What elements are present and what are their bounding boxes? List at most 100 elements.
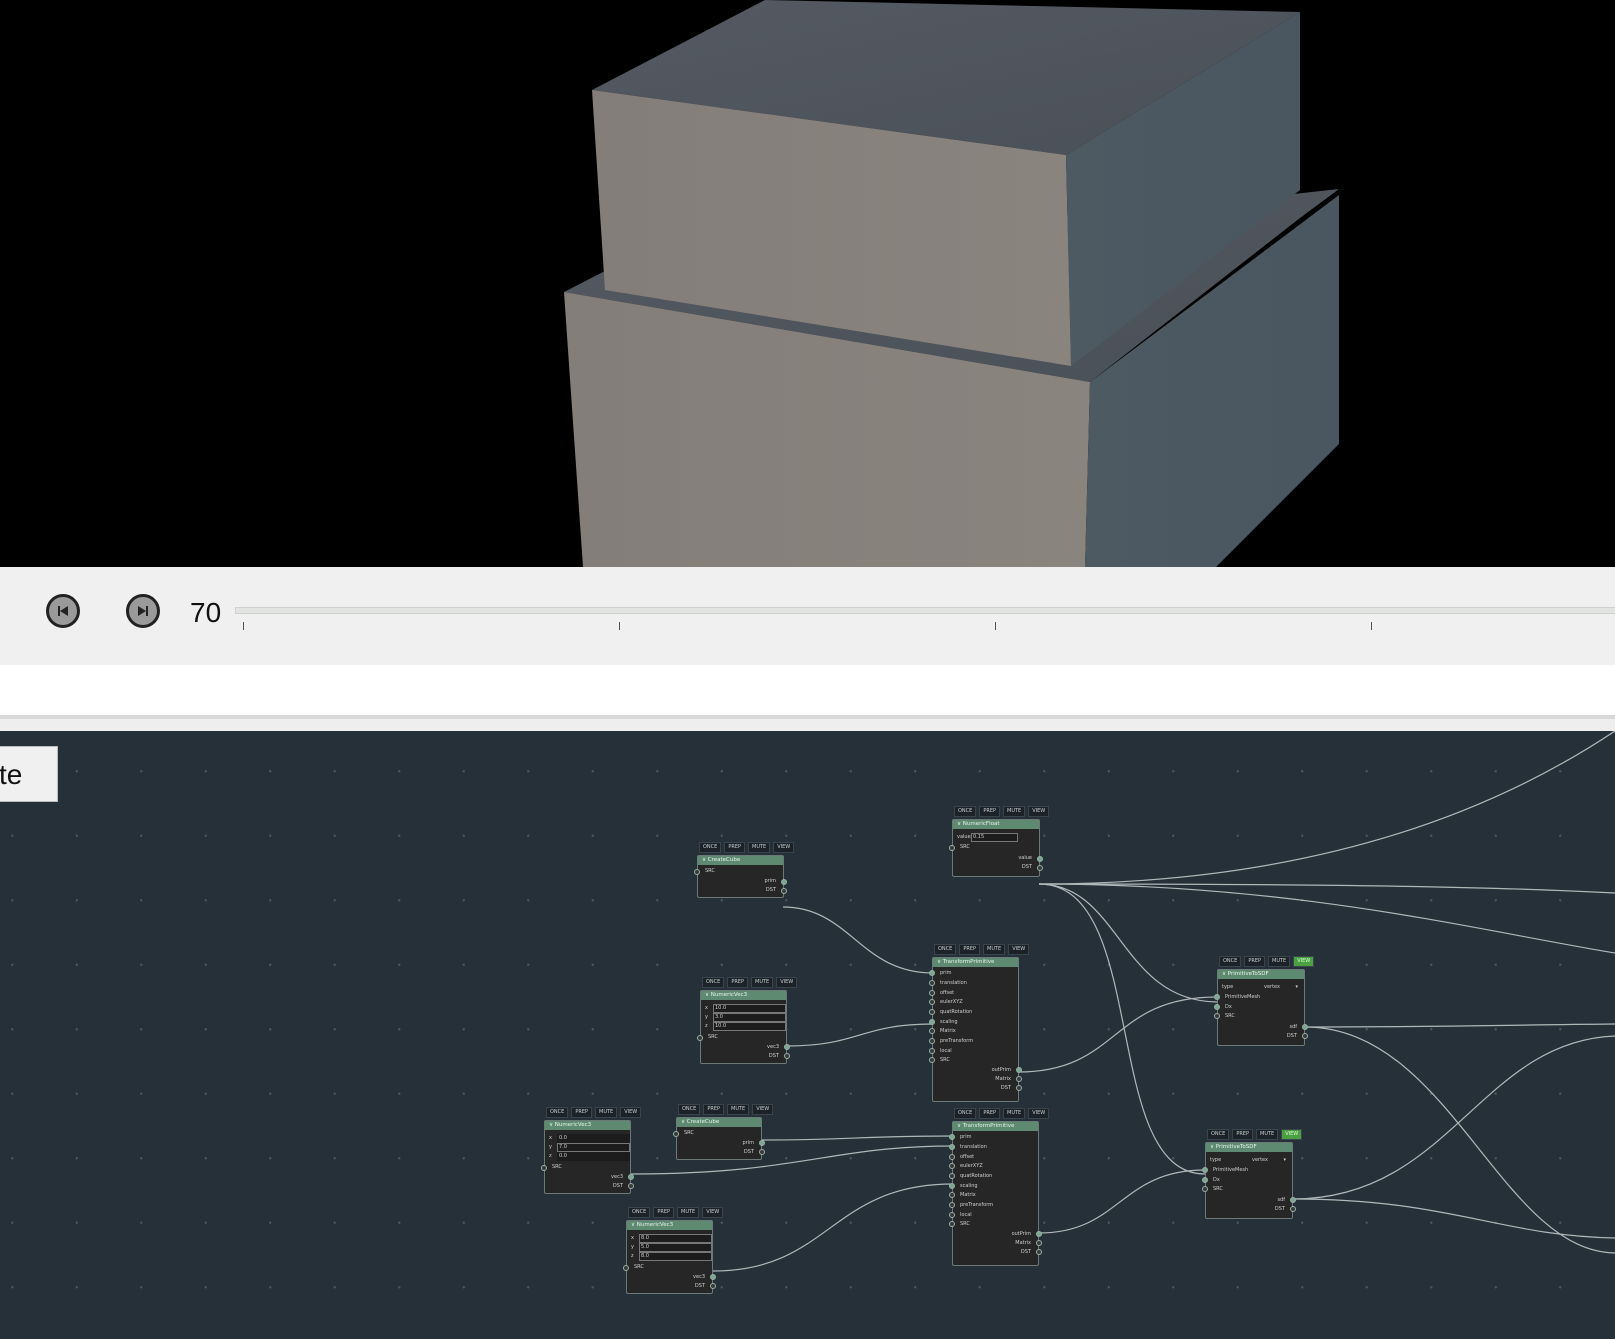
value-input[interactable]: 0.15 (971, 833, 1018, 842)
prep-toggle[interactable]: PREP (1232, 1129, 1253, 1140)
once-toggle[interactable]: ONCE (1219, 956, 1242, 967)
output-socket[interactable] (710, 1274, 716, 1280)
output-socket[interactable] (1016, 1085, 1022, 1091)
input-socket[interactable] (949, 1212, 955, 1218)
input-socket[interactable] (929, 1009, 935, 1015)
x-input[interactable]: 10.0 (713, 1004, 786, 1013)
input-socket[interactable] (1202, 1186, 1208, 1192)
view-toggle[interactable]: VIEW (776, 977, 798, 988)
input-socket[interactable] (929, 1028, 935, 1034)
prep-toggle[interactable]: PREP (959, 944, 980, 955)
y-input[interactable]: 3.0 (713, 1013, 786, 1022)
input-socket[interactable] (949, 1144, 955, 1150)
input-socket[interactable] (949, 845, 955, 851)
input-socket[interactable] (929, 1048, 935, 1054)
node-numeric-float[interactable]: ONCE PREP MUTE VIEW ∨ NumericFloat value… (949, 806, 1050, 877)
input-socket[interactable] (697, 1035, 703, 1041)
input-socket[interactable] (929, 970, 935, 976)
input-socket[interactable] (623, 1265, 629, 1271)
input-socket[interactable] (1214, 1013, 1220, 1019)
node-create-cube[interactable]: ONCE PREP MUTE VIEW ∨ CreateCube SRC pri… (694, 842, 795, 898)
prev-frame-button[interactable] (46, 594, 80, 628)
once-toggle[interactable]: ONCE (934, 944, 957, 955)
node-primitive-to-sdf[interactable]: ONCE PREP MUTE VIEW ∨ PrimitiveToSDF typ… (1214, 956, 1315, 1046)
output-socket[interactable] (1036, 1240, 1042, 1246)
node-title[interactable]: ∨ TransformPrimitive (933, 958, 1018, 967)
node-numeric-vec3[interactable]: ONCE PREP MUTE VIEW ∨ NumericVec3 x 10.0 … (697, 977, 798, 1064)
view-toggle[interactable]: VIEW (1008, 944, 1030, 955)
view-toggle[interactable]: VIEW (752, 1104, 774, 1115)
node-primitive-to-sdf[interactable]: ONCE PREP MUTE VIEW ∨ PrimitiveToSDF typ… (1202, 1129, 1303, 1219)
once-toggle[interactable]: ONCE (954, 1108, 977, 1119)
output-socket[interactable] (1037, 865, 1043, 871)
node-transform-primitive[interactable]: ONCE PREP MUTE VIEW ∨ TransformPrimitive… (949, 1108, 1050, 1266)
node-title[interactable]: ∨ PrimitiveToSDF (1218, 970, 1304, 979)
prep-toggle[interactable]: PREP (1244, 956, 1265, 967)
input-socket[interactable] (1202, 1177, 1208, 1183)
mute-toggle[interactable]: MUTE (1003, 1108, 1026, 1119)
timeline-slider[interactable] (235, 607, 1615, 614)
output-socket[interactable] (1036, 1231, 1042, 1237)
once-toggle[interactable]: ONCE (678, 1104, 701, 1115)
prep-toggle[interactable]: PREP (571, 1107, 592, 1118)
z-input[interactable]: 8.0 (639, 1252, 712, 1261)
input-socket[interactable] (929, 999, 935, 1005)
input-socket[interactable] (541, 1165, 547, 1171)
view-toggle[interactable]: VIEW (620, 1107, 642, 1118)
once-toggle[interactable]: ONCE (1207, 1129, 1230, 1140)
output-socket[interactable] (1290, 1206, 1296, 1212)
prep-toggle[interactable]: PREP (653, 1207, 674, 1218)
input-socket[interactable] (929, 1038, 935, 1044)
x-input[interactable]: 0.0 (557, 1134, 630, 1143)
output-socket[interactable] (628, 1183, 634, 1189)
node-title[interactable]: ∨ CreateCube (677, 1118, 761, 1127)
prep-toggle[interactable]: PREP (979, 806, 1000, 817)
input-socket[interactable] (949, 1173, 955, 1179)
mute-toggle[interactable]: MUTE (983, 944, 1006, 955)
node-numeric-vec3[interactable]: ONCE PREP MUTE VIEW ∨ NumericVec3 x 0.0 y… (541, 1107, 642, 1194)
y-input[interactable]: 5.0 (639, 1243, 712, 1252)
node-transform-primitive[interactable]: ONCE PREP MUTE VIEW ∨ TransformPrimitive… (929, 944, 1030, 1102)
prep-toggle[interactable]: PREP (703, 1104, 724, 1115)
input-socket[interactable] (694, 869, 700, 875)
node-graph-editor[interactable]: te ONCE PREP MUTE VIEW ∨ NumericFloat va… (0, 731, 1615, 1339)
y-input[interactable]: 7.0 (557, 1143, 630, 1152)
next-frame-button[interactable] (126, 594, 160, 628)
node-title[interactable]: ∨ NumericVec3 (545, 1121, 630, 1130)
view-toggle[interactable]: VIEW (1028, 806, 1050, 817)
input-socket[interactable] (1214, 1004, 1220, 1010)
input-socket[interactable] (1202, 1167, 1208, 1173)
graph-toolbar-button[interactable]: te (0, 746, 58, 802)
output-socket[interactable] (759, 1149, 765, 1155)
node-title[interactable]: ∨ NumericFloat (953, 820, 1039, 829)
once-toggle[interactable]: ONCE (699, 842, 722, 853)
output-socket[interactable] (1016, 1076, 1022, 1082)
output-socket[interactable] (784, 1053, 790, 1059)
type-select[interactable]: vertex ▾ (1252, 1156, 1286, 1164)
mute-toggle[interactable]: MUTE (1256, 1129, 1279, 1140)
output-socket[interactable] (1302, 1033, 1308, 1039)
output-socket[interactable] (710, 1283, 716, 1289)
output-socket[interactable] (1302, 1024, 1308, 1030)
input-socket[interactable] (949, 1202, 955, 1208)
mute-toggle[interactable]: MUTE (727, 1104, 750, 1115)
mute-toggle[interactable]: MUTE (595, 1107, 618, 1118)
node-title[interactable]: ∨ NumericVec3 (627, 1221, 712, 1230)
output-socket[interactable] (1037, 856, 1043, 862)
output-socket[interactable] (1016, 1067, 1022, 1073)
mute-toggle[interactable]: MUTE (1268, 956, 1291, 967)
mute-toggle[interactable]: MUTE (748, 842, 771, 853)
node-title[interactable]: ∨ CreateCube (698, 856, 783, 865)
input-socket[interactable] (949, 1183, 955, 1189)
output-socket[interactable] (784, 1044, 790, 1050)
input-socket[interactable] (929, 990, 935, 996)
input-socket[interactable] (949, 1221, 955, 1227)
input-socket[interactable] (949, 1134, 955, 1140)
view-toggle[interactable]: VIEW (773, 842, 795, 853)
node-create-cube[interactable]: ONCE PREP MUTE VIEW ∨ CreateCube SRC pri… (673, 1104, 774, 1160)
once-toggle[interactable]: ONCE (954, 806, 977, 817)
once-toggle[interactable]: ONCE (546, 1107, 569, 1118)
mute-toggle[interactable]: MUTE (677, 1207, 700, 1218)
node-title[interactable]: ∨ NumericVec3 (701, 991, 786, 1000)
input-socket[interactable] (929, 1057, 935, 1063)
